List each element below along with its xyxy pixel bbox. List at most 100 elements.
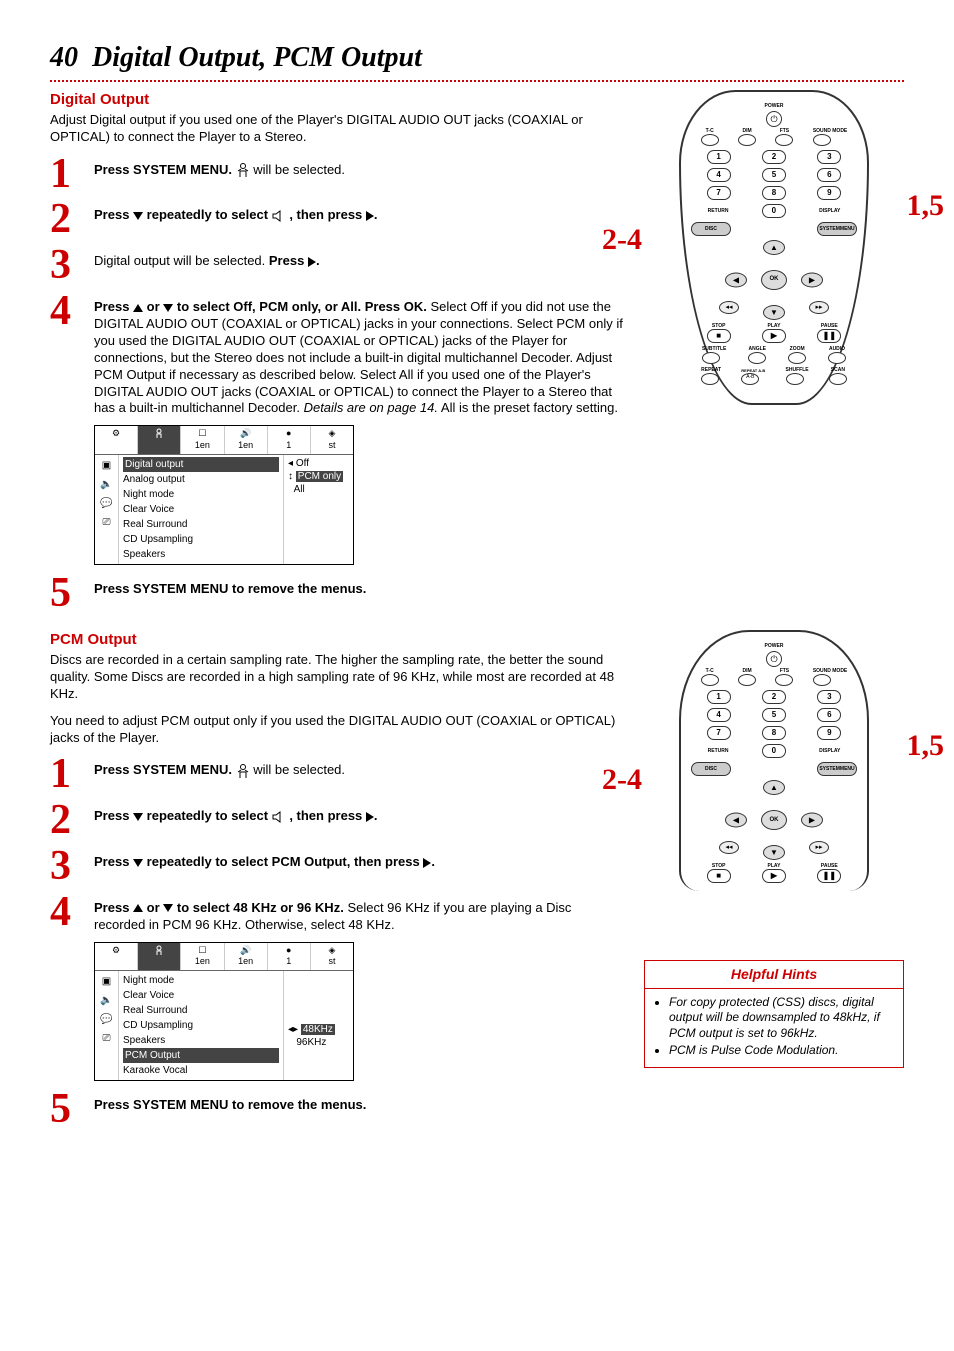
down-arrow-icon xyxy=(133,859,143,867)
up-arrow-icon xyxy=(133,304,143,312)
up-button[interactable]: ▲ xyxy=(763,780,785,795)
dim-button[interactable] xyxy=(738,134,756,146)
power-button[interactable]: ⏻ xyxy=(766,651,782,667)
soundmode-button[interactable] xyxy=(813,674,831,686)
step-number: 5 xyxy=(50,575,84,613)
disc-menu-button[interactable]: DISC xyxy=(691,222,731,236)
num-8[interactable]: 8 xyxy=(762,726,786,740)
num-0[interactable]: 0 xyxy=(762,744,786,758)
hint-item: PCM is Pulse Code Modulation. xyxy=(669,1043,893,1059)
fts-button[interactable] xyxy=(775,134,793,146)
step5-text: Press SYSTEM MENU to remove the menus. xyxy=(94,581,366,596)
num-3[interactable]: 3 xyxy=(817,150,841,164)
num-3[interactable]: 3 xyxy=(817,690,841,704)
num-7[interactable]: 7 xyxy=(707,186,731,200)
step1-text-b: will be selected. xyxy=(253,162,345,177)
num-2[interactable]: 2 xyxy=(762,150,786,164)
left-button[interactable]: ◀ xyxy=(725,273,747,288)
hints-title: Helpful Hints xyxy=(645,961,903,988)
up-button[interactable]: ▲ xyxy=(763,240,785,255)
right-button[interactable]: ▶ xyxy=(801,273,823,288)
step2-a: Press xyxy=(94,207,129,222)
digital-step-5: 5 Press SYSTEM MENU to remove the menus. xyxy=(50,575,624,613)
num-6[interactable]: 6 xyxy=(817,708,841,722)
subtitle-button[interactable] xyxy=(702,352,720,364)
soundmode-button[interactable] xyxy=(813,134,831,146)
menu-list: Night mode Clear Voice Real Surround CD … xyxy=(119,971,283,1080)
fts-button[interactable] xyxy=(775,674,793,686)
power-button[interactable]: ⏻ xyxy=(766,111,782,127)
callout-1-5: 1,5 xyxy=(907,726,945,765)
title-rule xyxy=(50,80,904,82)
num-9[interactable]: 9 xyxy=(817,186,841,200)
right-button[interactable]: ▶ xyxy=(801,813,823,828)
digital-menu: ⚙ ☐1en 🔊1en ●1 ◈st ▣🔈💬⎚ Digital output A… xyxy=(94,425,354,564)
stop-button[interactable]: ■ xyxy=(707,329,731,343)
repeat-button[interactable] xyxy=(701,373,719,385)
ok-button[interactable]: OK xyxy=(761,810,787,830)
num-7[interactable]: 7 xyxy=(707,726,731,740)
num-4[interactable]: 4 xyxy=(707,708,731,722)
disc-menu-button[interactable]: DISC xyxy=(691,762,731,776)
p-step1-a: Press SYSTEM MENU. xyxy=(94,762,232,777)
menu-values: ◂ Off ↕ PCM only All xyxy=(283,455,353,564)
num-5[interactable]: 5 xyxy=(762,168,786,182)
step-number: 3 xyxy=(50,848,84,886)
person-icon xyxy=(236,763,250,779)
audio-button[interactable] xyxy=(828,352,846,364)
step4-italic: Details are on page 14. xyxy=(304,400,438,415)
tc-button[interactable] xyxy=(701,134,719,146)
zoom-button[interactable] xyxy=(788,352,806,364)
num-9[interactable]: 9 xyxy=(817,726,841,740)
system-menu-button[interactable]: SYSTEMMENU xyxy=(817,762,857,776)
play-button[interactable]: ▶ xyxy=(762,329,786,343)
shuffle-button[interactable] xyxy=(786,373,804,385)
step-number: 5 xyxy=(50,1091,84,1129)
power-label: POWER xyxy=(691,104,857,109)
step2-c: , then press xyxy=(289,207,362,222)
stop-button[interactable]: ■ xyxy=(707,869,731,883)
pcm-menu: ⚙ ☐1en 🔊1en ●1 ◈st ▣🔈💬⎚ Night mode Clear… xyxy=(94,942,354,1081)
num-5[interactable]: 5 xyxy=(762,708,786,722)
num-1[interactable]: 1 xyxy=(707,150,731,164)
num-8[interactable]: 8 xyxy=(762,186,786,200)
digital-step-2: 2 Press repeatedly to select , then pres… xyxy=(50,201,624,239)
menu-top-cell: ◈st xyxy=(311,426,353,453)
num-6[interactable]: 6 xyxy=(817,168,841,182)
tc-button[interactable] xyxy=(701,674,719,686)
dim-button[interactable] xyxy=(738,674,756,686)
system-menu-button[interactable]: SYSTEMMENU xyxy=(817,222,857,236)
prev-button[interactable]: ◂◂ xyxy=(719,841,739,854)
down-button[interactable]: ▼ xyxy=(763,305,785,320)
menu-values: ◂▸ 48KHz 96KHz xyxy=(283,971,353,1080)
pcm-step-3: 3 Press repeatedly to select PCM Output,… xyxy=(50,848,624,886)
pause-button[interactable]: ❚❚ xyxy=(817,869,841,883)
num-0[interactable]: 0 xyxy=(762,204,786,218)
play-button[interactable]: ▶ xyxy=(762,869,786,883)
left-button[interactable]: ◀ xyxy=(725,813,747,828)
step3-a: Digital output will be selected. xyxy=(94,253,265,268)
page-title: 40 Digital Output, PCM Output xyxy=(50,40,904,76)
menu-top-icon: ⚙ xyxy=(95,426,138,453)
up-arrow-icon xyxy=(133,904,143,912)
step4-a: Press xyxy=(94,299,129,314)
num-1[interactable]: 1 xyxy=(707,690,731,704)
pcm-intro1: Discs are recorded in a certain sampling… xyxy=(50,652,624,703)
callout-2-4: 2-4 xyxy=(602,760,642,799)
step-number: 4 xyxy=(50,894,84,934)
num-4[interactable]: 4 xyxy=(707,168,731,182)
num-2[interactable]: 2 xyxy=(762,690,786,704)
angle-button[interactable] xyxy=(748,352,766,364)
pcm-step-4: 4 Press or to select 48 KHz or 96 KHz. S… xyxy=(50,894,624,934)
step4-c: to select Off, PCM only, or All. Press O… xyxy=(177,299,427,314)
down-arrow-icon xyxy=(133,212,143,220)
down-button[interactable]: ▼ xyxy=(763,845,785,860)
pause-button[interactable]: ❚❚ xyxy=(817,329,841,343)
scan-button[interactable] xyxy=(829,373,847,385)
next-button[interactable]: ▸▸ xyxy=(809,841,829,854)
prev-button[interactable]: ◂◂ xyxy=(719,301,739,314)
next-button[interactable]: ▸▸ xyxy=(809,301,829,314)
ok-button[interactable]: OK xyxy=(761,270,787,290)
repeat-ab-button[interactable]: A-B xyxy=(741,373,759,385)
digital-intro: Adjust Digital output if you used one of… xyxy=(50,112,624,146)
